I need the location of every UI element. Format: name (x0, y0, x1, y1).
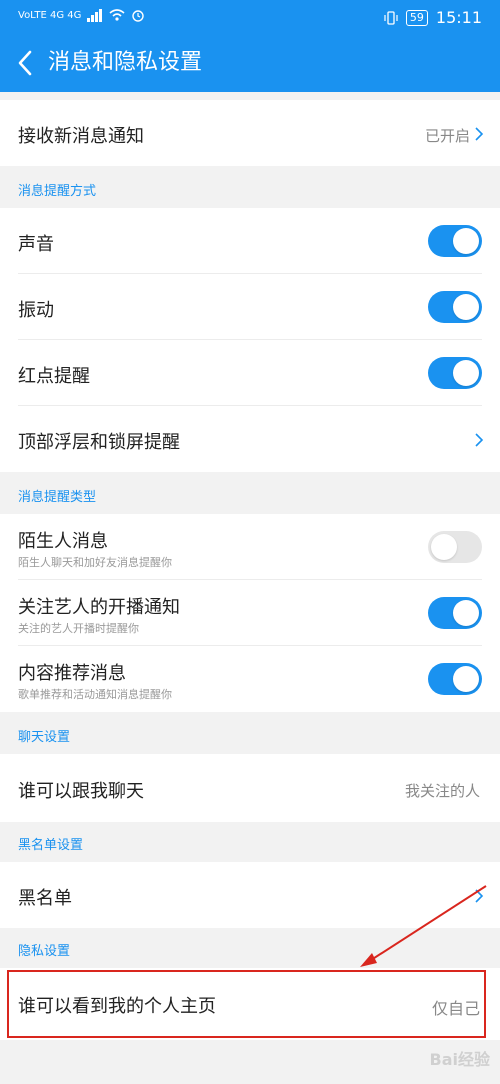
content-recommend-row: 内容推荐消息 歌单推荐和活动通知消息提醒你 (0, 646, 500, 712)
toggle-knob (453, 228, 479, 254)
status-left: VoLTE 4G 4G (18, 8, 145, 22)
stranger-message-label: 陌生人消息 (18, 531, 108, 552)
clock: 15:11 (435, 8, 482, 27)
chevron-right-icon (475, 889, 484, 903)
section-title-reminder-type: 消息提醒类型 (18, 490, 97, 505)
red-dot-row: 红点提醒 (0, 340, 500, 406)
blacklist-row[interactable]: 黑名单 (0, 862, 500, 928)
section-reminder-method: 消息提醒方式 (0, 166, 500, 208)
sound-label: 声音 (18, 234, 54, 255)
section-title-chat: 聊天设置 (18, 730, 71, 745)
content-recommend-subtitle: 歌单推荐和活动通知消息提醒你 (18, 688, 172, 701)
battery-icon: 59 (405, 9, 428, 26)
who-can-chat-row[interactable]: 谁可以跟我聊天 我关注的人 (0, 754, 500, 822)
top-float-lockscreen-row[interactable]: 顶部浮层和锁屏提醒 (0, 406, 500, 472)
stranger-message-toggle[interactable] (428, 531, 482, 563)
toggle-knob (453, 360, 479, 386)
chevron-right-icon (475, 433, 484, 447)
network-indicator: VoLTE 4G 4G (18, 9, 82, 21)
new-message-notification-label: 接收新消息通知 (18, 126, 144, 147)
back-arrow-icon[interactable] (14, 48, 38, 78)
alarm-icon (132, 10, 145, 22)
section-chat: 聊天设置 (0, 712, 500, 754)
status-right: 59 15:11 (384, 8, 482, 27)
chevron-right-icon (475, 127, 484, 141)
artist-live-row: 关注艺人的开播通知 关注的艺人开播时提醒你 (0, 580, 500, 646)
toggle-knob (453, 294, 479, 320)
new-message-notification-value: 已开启 (424, 127, 470, 145)
stranger-message-subtitle: 陌生人聊天和加好友消息提醒你 (18, 556, 172, 569)
vibration-toggle[interactable] (428, 291, 482, 323)
annotation-highlight-box (7, 970, 486, 1038)
section-title-blacklist: 黑名单设置 (18, 838, 84, 853)
who-can-chat-label: 谁可以跟我聊天 (18, 781, 144, 802)
vibrate-icon (384, 10, 398, 25)
page-title: 消息和隐私设置 (48, 50, 203, 75)
artist-live-subtitle: 关注的艺人开播时提醒你 (18, 622, 139, 635)
top-float-lockscreen-label: 顶部浮层和锁屏提醒 (18, 432, 180, 453)
artist-live-label: 关注艺人的开播通知 (18, 597, 180, 618)
vibration-label: 振动 (18, 300, 54, 321)
red-dot-label: 红点提醒 (18, 366, 90, 387)
app-bar: 消息和隐私设置 (0, 36, 500, 92)
section-privacy: 隐私设置 (0, 928, 500, 968)
section-blacklist: 黑名单设置 (0, 822, 500, 862)
status-bar: VoLTE 4G 4G 59 15:11 (0, 0, 500, 36)
watermark-logo: Bai经验 (429, 1050, 490, 1069)
sound-toggle[interactable] (428, 225, 482, 257)
sound-row: 声音 (0, 208, 500, 274)
section-title-privacy: 隐私设置 (18, 944, 71, 959)
content-recommend-label: 内容推荐消息 (18, 663, 126, 684)
who-can-chat-value: 我关注的人 (404, 782, 480, 800)
content-recommend-toggle[interactable] (428, 663, 482, 695)
stranger-message-row: 陌生人消息 陌生人聊天和加好友消息提醒你 (0, 514, 500, 580)
artist-live-toggle[interactable] (428, 597, 482, 629)
toggle-knob (431, 534, 457, 560)
section-reminder-type: 消息提醒类型 (0, 472, 500, 514)
toggle-knob (453, 666, 479, 692)
toggle-knob (453, 600, 479, 626)
top-bar: VoLTE 4G 4G 59 15:11 消息和隐私设置 (0, 0, 500, 92)
blacklist-label: 黑名单 (18, 888, 72, 909)
vibration-row: 振动 (0, 274, 500, 340)
red-dot-toggle[interactable] (428, 357, 482, 389)
new-message-notification-row[interactable]: 接收新消息通知 已开启 (0, 100, 500, 166)
signal-icon (87, 9, 103, 22)
section-title-reminder-method: 消息提醒方式 (18, 184, 97, 199)
wifi-icon (109, 9, 125, 21)
